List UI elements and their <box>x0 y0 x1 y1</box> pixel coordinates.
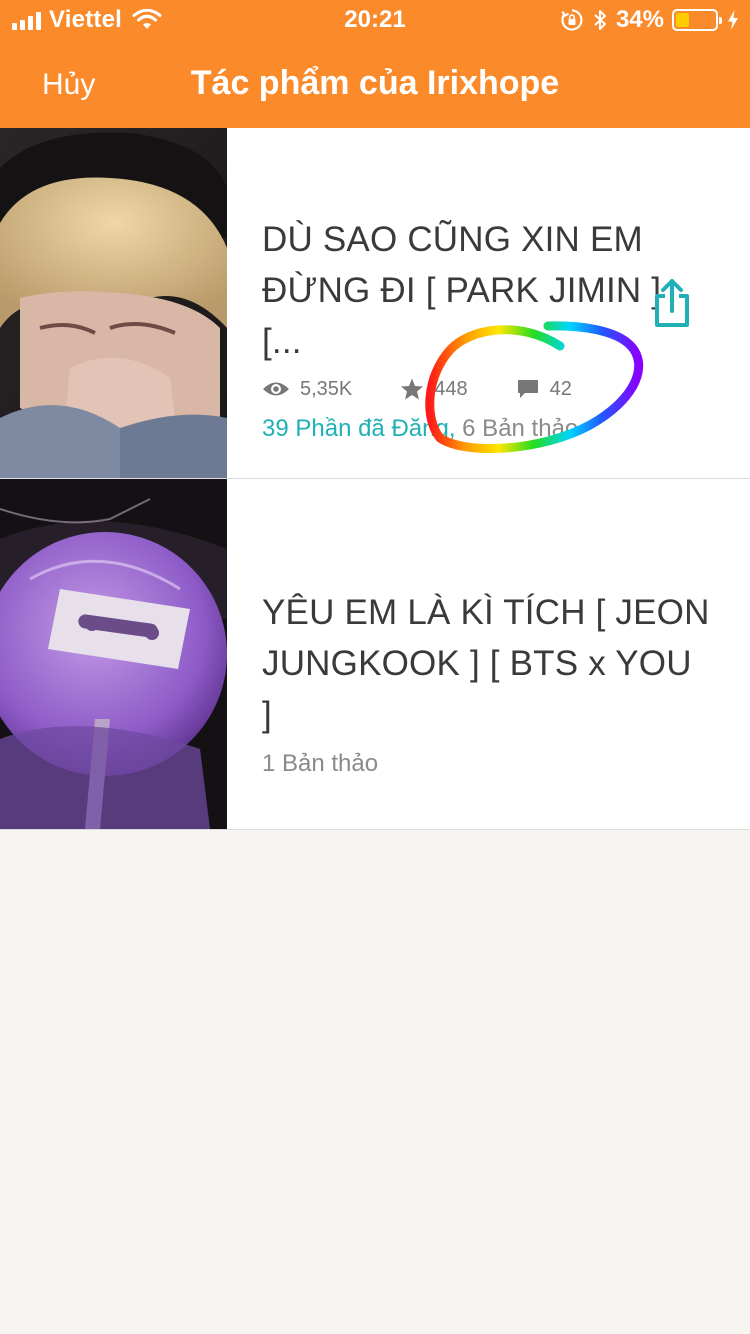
eye-icon <box>263 382 289 396</box>
story-parts: 39 Phần đã Đăng, 6 Bản thảo <box>262 415 710 443</box>
battery-percent: 34% <box>615 6 664 33</box>
rotation-lock-icon <box>561 9 583 31</box>
comment-icon <box>517 380 538 398</box>
story-title-line: YÊU EM LÀ KÌ TÍCH [ JEON <box>262 593 710 632</box>
page-title: Tác phẩm của Irixhope <box>190 64 560 102</box>
comments-count: 42 <box>549 377 572 400</box>
story-title[interactable]: YÊU EM LÀ KÌ TÍCH [ JEON JUNGKOOK ] [ BT… <box>262 587 710 740</box>
bluetooth-icon <box>594 10 606 30</box>
charging-icon <box>728 10 738 30</box>
story-item[interactable]: DÙ SAO CŨNG XIN EM ĐỪNG ĐI [ PARK JIMIN … <box>0 128 750 479</box>
story-cover-image <box>0 128 227 478</box>
battery-level <box>676 13 689 27</box>
story-title-line: JUNGKOOK ] [ BTS x YOU ] <box>262 644 692 734</box>
battery-icon <box>672 9 722 31</box>
status-bar: Viettel 20:21 34% <box>0 0 750 40</box>
story-info: YÊU EM LÀ KÌ TÍCH [ JEON JUNGKOOK ] [ BT… <box>262 587 710 778</box>
draft-count: 1 Bản thảo <box>262 750 379 777</box>
star-icon <box>401 378 424 400</box>
views-stat: 5,35K <box>262 378 352 401</box>
status-right: 34% <box>560 6 740 34</box>
story-title-line: ĐỪNG ĐI [ PARK JIMIN ] [... <box>262 271 662 361</box>
story-item[interactable]: YÊU EM LÀ KÌ TÍCH [ JEON JUNGKOOK ] [ BT… <box>0 479 750 830</box>
story-stats: 5,35K 448 42 <box>262 377 710 401</box>
votes-stat: 448 <box>400 377 468 401</box>
top-bar: Viettel 20:21 34% Hủy Tác phẩm của Irixh… <box>0 0 750 128</box>
votes-count: 448 <box>434 377 468 400</box>
comments-stat: 42 <box>516 378 572 401</box>
published-parts: 39 Phần đã Đăng, <box>262 415 456 442</box>
story-title-line: DÙ SAO CŨNG XIN EM <box>262 220 643 259</box>
views-count: 5,35K <box>300 377 353 400</box>
share-icon[interactable] <box>652 278 692 330</box>
story-list: DÙ SAO CŨNG XIN EM ĐỪNG ĐI [ PARK JIMIN … <box>0 128 750 830</box>
nav-bar: Hủy Tác phẩm của Irixhope <box>0 40 750 128</box>
story-info: DÙ SAO CŨNG XIN EM ĐỪNG ĐI [ PARK JIMIN … <box>262 214 710 443</box>
story-cover-image <box>0 479 227 829</box>
draft-count: 6 Bản thảo <box>455 415 579 442</box>
story-parts: 1 Bản thảo <box>262 750 710 778</box>
story-title[interactable]: DÙ SAO CŨNG XIN EM ĐỪNG ĐI [ PARK JIMIN … <box>262 214 710 367</box>
